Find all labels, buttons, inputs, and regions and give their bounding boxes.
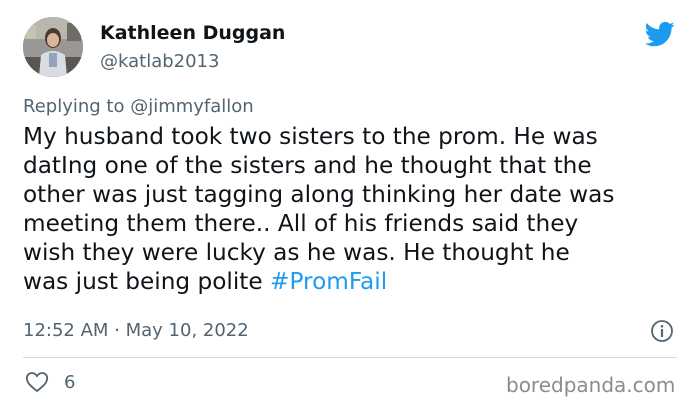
- watermark: boredpanda.com: [506, 373, 676, 397]
- tweet-line: datIng one of the sisters and he thought…: [23, 152, 592, 179]
- tweet-line: My husband took two sisters to the prom.…: [23, 123, 598, 150]
- tweet-last-line: was just being polite #PromFail: [23, 267, 693, 296]
- info-icon[interactable]: [650, 319, 674, 343]
- tweet-line: was just being polite: [23, 268, 271, 295]
- display-name[interactable]: Kathleen Duggan: [100, 22, 285, 44]
- avatar[interactable]: [23, 17, 83, 77]
- tweet-line: wish they were lucky as he was. He thoug…: [23, 239, 570, 266]
- tweet-line: other was just tagging along thinking he…: [23, 181, 615, 208]
- like-count: 6: [64, 372, 76, 393]
- hashtag-link[interactable]: #PromFail: [270, 268, 387, 295]
- twitter-bird-icon[interactable]: [643, 19, 677, 49]
- tweet-timestamp[interactable]: 12:52 AM · May 10, 2022: [23, 320, 249, 341]
- heart-icon[interactable]: [25, 371, 49, 393]
- tweet-line: meeting them there.. All of his friends …: [23, 210, 579, 237]
- user-handle[interactable]: @katlab2013: [100, 51, 219, 72]
- tweet-text: My husband took two sisters to the prom.…: [23, 122, 693, 296]
- avatar-photo: [23, 17, 83, 77]
- divider: [23, 357, 677, 358]
- reply-prefix: Replying to: [23, 96, 131, 117]
- reply-context: Replying to @jimmyfallon: [23, 96, 254, 117]
- reply-mention-link[interactable]: @jimmyfallon: [130, 96, 254, 117]
